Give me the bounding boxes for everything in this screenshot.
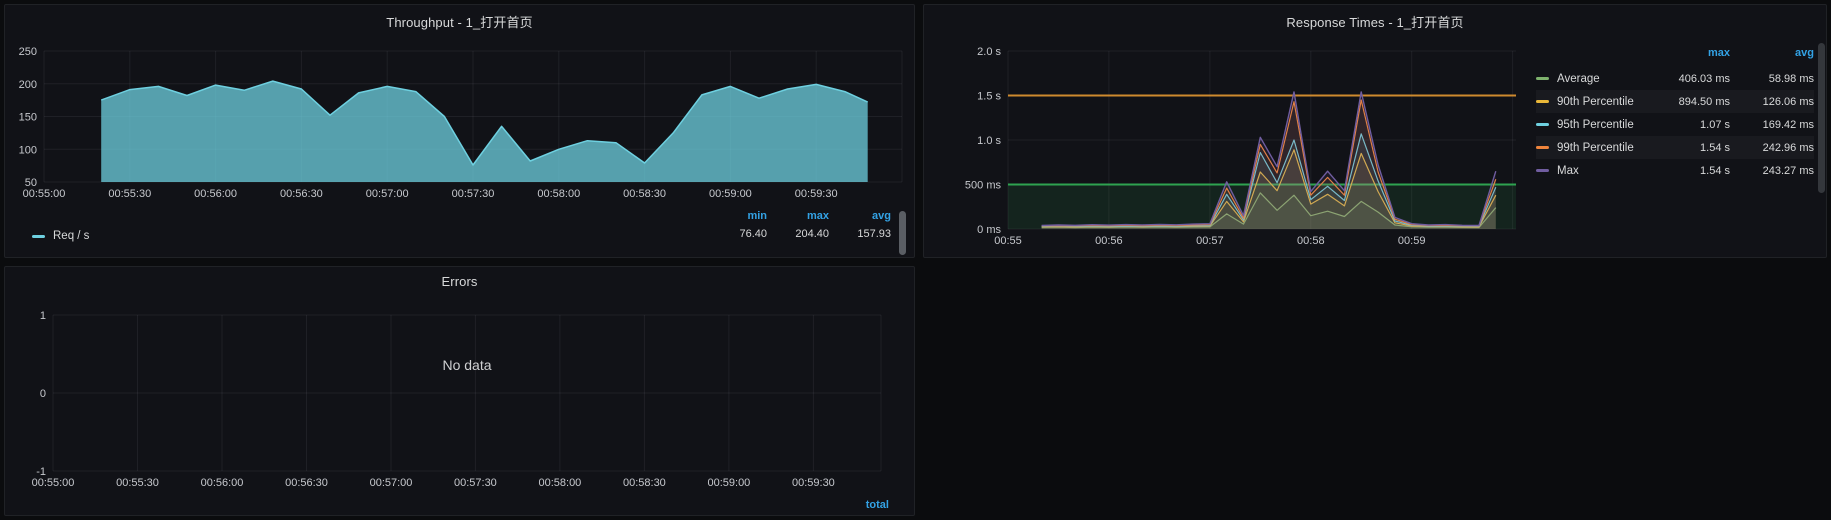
y-axis-label: 1 <box>40 310 46 322</box>
legend-color-dash <box>32 235 45 238</box>
no-data-message: No data <box>442 357 491 373</box>
x-axis-label: 00:55:30 <box>116 477 159 489</box>
legend-max-value: 1.07 s <box>1650 119 1730 131</box>
legend-series-name: 90th Percentile <box>1557 96 1650 108</box>
y-axis-label: 100 <box>19 144 37 156</box>
y-axis-label: 2.0 s <box>977 46 1001 58</box>
x-axis-label: 00:55 <box>994 235 1022 247</box>
legend-scrollbar-thumb[interactable] <box>899 211 906 255</box>
legend-row[interactable]: Average406.03 ms58.98 ms <box>1536 67 1814 90</box>
x-axis-label: 00:55:00 <box>32 477 75 489</box>
legend-series-name: Average <box>1557 73 1650 85</box>
response-legend: max avg Average406.03 ms58.98 ms90th Per… <box>1536 45 1814 182</box>
legend-color-dash <box>1536 146 1549 149</box>
x-axis-label: 00:58:00 <box>538 477 581 489</box>
legend-series-name: Req / s <box>53 230 89 242</box>
legend-series-name: Max <box>1557 165 1650 177</box>
legend-color-dash <box>1536 123 1549 126</box>
stat-max-value: 204.40 <box>767 228 829 240</box>
x-axis-label: 00:56:30 <box>285 477 328 489</box>
x-axis-label: 00:59:30 <box>795 188 838 200</box>
legend-row[interactable]: 95th Percentile1.07 s169.42 ms <box>1536 113 1814 136</box>
legend-series-name: 99th Percentile <box>1557 142 1650 154</box>
y-axis-label: 1.5 s <box>977 91 1001 103</box>
legend-avg-value: 169.42 ms <box>1730 119 1814 131</box>
legend-max-value: 1.54 s <box>1650 165 1730 177</box>
legend-avg-value: 126.06 ms <box>1730 96 1814 108</box>
x-axis-label: 00:59:00 <box>709 188 752 200</box>
x-axis-label: 00:59 <box>1398 235 1426 247</box>
legend-row[interactable]: 99th Percentile1.54 s242.96 ms <box>1536 136 1814 159</box>
y-axis-label: 250 <box>19 46 37 58</box>
legend-max-value: 1.54 s <box>1650 142 1730 154</box>
throughput-legend-values: 76.40 204.40 157.93 <box>705 228 891 240</box>
x-axis-label: 00:58 <box>1297 235 1325 247</box>
errors-chart[interactable]: 10-100:55:0000:55:3000:56:0000:56:3000:5… <box>5 267 916 497</box>
legend-header-avg[interactable]: avg <box>829 210 891 222</box>
stat-min-value: 76.40 <box>705 228 767 240</box>
x-axis-label: 00:58:30 <box>623 188 666 200</box>
legend-row-reqs[interactable]: Req / s <box>32 230 89 242</box>
legend-color-dash <box>1536 77 1549 80</box>
legend-header-total[interactable]: total <box>866 499 889 511</box>
legend-header-min[interactable]: min <box>705 210 767 222</box>
throughput-legend-header: min max avg <box>705 210 891 222</box>
y-axis-label: 500 ms <box>965 180 1002 192</box>
x-axis-label: 00:56:00 <box>194 188 237 200</box>
x-axis-label: 00:57:30 <box>454 477 497 489</box>
y-axis-label: 200 <box>19 79 37 91</box>
legend-scrollbar-thumb[interactable] <box>1818 43 1825 193</box>
response-legend-header: max avg <box>1536 45 1814 61</box>
x-axis-label: 00:57:00 <box>366 188 409 200</box>
legend-avg-value: 243.27 ms <box>1730 165 1814 177</box>
panel-response-times: Response Times - 1_打开首页 2.0 s1.5 s1.0 s5… <box>923 4 1827 258</box>
x-axis-label: 00:57:30 <box>452 188 495 200</box>
legend-series-name: 95th Percentile <box>1557 119 1650 131</box>
x-axis-label: 00:58:00 <box>537 188 580 200</box>
x-axis-label: 00:56 <box>1095 235 1123 247</box>
stat-avg-value: 157.93 <box>829 228 891 240</box>
x-axis-label: 00:56:30 <box>280 188 323 200</box>
x-axis-label: 00:55:00 <box>23 188 66 200</box>
y-axis-label: 150 <box>19 112 37 124</box>
panel-errors: Errors 10-100:55:0000:55:3000:56:0000:56… <box>4 266 915 516</box>
x-axis-label: 00:58:30 <box>623 477 666 489</box>
panel-throughput: Throughput - 1_打开首页 2502001501005000:55:… <box>4 4 915 258</box>
legend-max-value: 894.50 ms <box>1650 96 1730 108</box>
throughput-chart[interactable]: 2502001501005000:55:0000:55:3000:56:0000… <box>5 5 916 207</box>
legend-avg-value: 58.98 ms <box>1730 73 1814 85</box>
legend-header-max[interactable]: max <box>767 210 829 222</box>
legend-color-dash <box>1536 100 1549 103</box>
x-axis-label: 00:57:00 <box>370 477 413 489</box>
legend-header-avg[interactable]: avg <box>1730 47 1814 59</box>
legend-avg-value: 242.96 ms <box>1730 142 1814 154</box>
legend-row[interactable]: 90th Percentile894.50 ms126.06 ms <box>1536 90 1814 113</box>
x-axis-label: 00:57 <box>1196 235 1224 247</box>
legend-max-value: 406.03 ms <box>1650 73 1730 85</box>
response-times-chart[interactable]: 2.0 s1.5 s1.0 s500 ms0 ms00:5500:5600:57… <box>924 5 1524 255</box>
legend-header-max[interactable]: max <box>1650 47 1730 59</box>
y-axis-label: 0 <box>40 388 46 400</box>
x-axis-label: 00:59:30 <box>792 477 835 489</box>
x-axis-label: 00:55:30 <box>108 188 151 200</box>
x-axis-label: 00:56:00 <box>201 477 244 489</box>
response-legend-rows: Average406.03 ms58.98 ms90th Percentile8… <box>1536 67 1814 182</box>
y-axis-label: 1.0 s <box>977 135 1001 147</box>
x-axis-label: 00:59:00 <box>707 477 750 489</box>
legend-row[interactable]: Max1.54 s243.27 ms <box>1536 159 1814 182</box>
legend-color-dash <box>1536 169 1549 172</box>
